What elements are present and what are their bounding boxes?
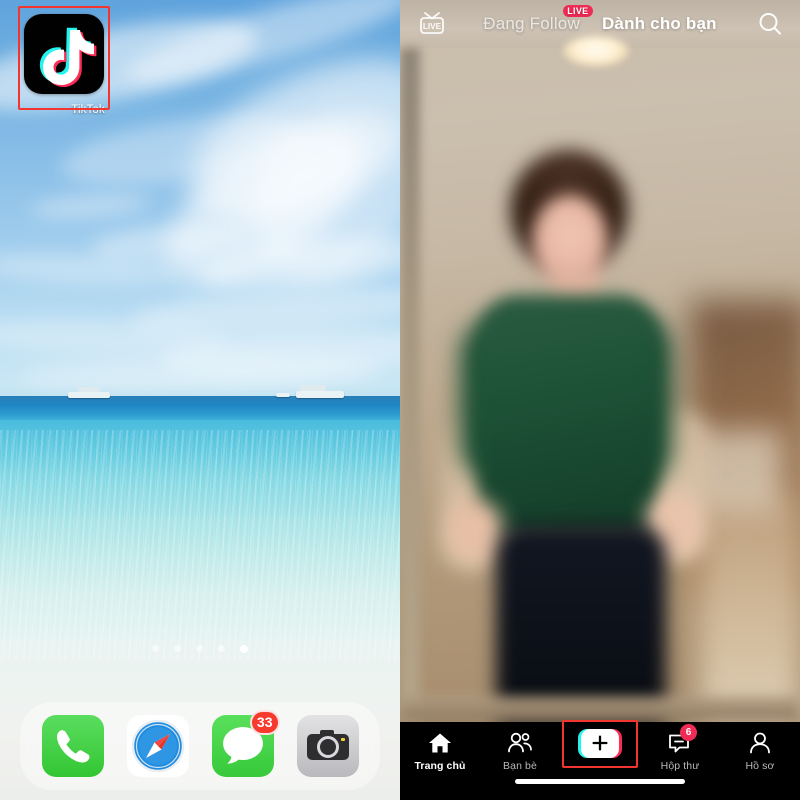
video-feed-content[interactable] [400,0,800,722]
boat [78,387,100,392]
nav-item-profile[interactable]: Hồ sơ [720,722,800,772]
home-indicator-bar [515,779,685,784]
profile-icon [747,730,773,756]
page-indicator-dots[interactable] [0,645,400,653]
app-icon-tiktok[interactable]: TikTok [24,14,105,116]
dock-item-messages[interactable]: 33 [211,710,280,777]
page-dot[interactable] [174,645,181,652]
inbox-badge: 6 [680,724,697,741]
search-icon[interactable] [756,10,784,38]
tab-dang-follow[interactable]: Đang Follow LIVE [472,5,593,34]
horizon-sea [0,396,400,422]
boat [68,392,110,398]
nav-item-friends[interactable]: Bạn bè [480,722,560,772]
tab-danh-cho-ban[interactable]: Dành cho bạn [591,14,728,34]
dock-item-phone[interactable] [41,715,104,777]
beach-wallpaper [0,0,400,800]
page-dot[interactable] [196,645,203,652]
nav-label-inbox: Hộp thư [660,760,700,772]
water-sparkle [0,430,400,660]
page-dot[interactable] [152,645,159,652]
tiktok-icon [24,14,104,94]
boat [276,393,290,397]
phone-icon [41,715,104,777]
tab-dang-follow-label: Đang Follow [483,14,580,33]
app-icon-label: TikTok [71,104,105,116]
tab-danh-cho-ban-label: Dành cho bạn [601,14,717,33]
nav-item-create[interactable] [560,719,640,768]
nav-label-home: Trang chủ [414,760,466,772]
home-icon [427,730,453,756]
ios-dock: 33 [20,702,380,790]
compass-icon [126,715,189,777]
create-plus-icon[interactable] [562,719,638,768]
tiktok-app-panel: LIVE Đang Follow LIVE Dành cho bạn Trang… [400,0,800,800]
nav-label-profile: Hồ sơ [745,760,775,772]
page-dot[interactable] [218,645,225,652]
ios-home-screen-panel: TikTok 33 [0,0,400,800]
boat [300,385,326,391]
nav-item-home[interactable]: Trang chủ [400,722,480,772]
tiktok-top-bar: LIVE Đang Follow LIVE Dành cho bạn [400,0,800,48]
boat [296,391,344,398]
screenshot-root: TikTok 33 LIVE Đang Follow LIVE Dành cho… [0,0,800,800]
dock-item-camera[interactable] [296,715,359,777]
nav-item-inbox[interactable]: 6 Hộp thư [640,722,720,772]
page-dot-active[interactable] [240,645,248,653]
messages-badge: 33 [249,710,280,735]
nav-label-friends: Bạn bè [503,760,537,772]
friends-icon [506,730,534,756]
camera-icon [296,715,359,777]
tiktok-bottom-nav: Trang chủ Bạn bè 6 Hộp thư Hồ sơ [400,719,800,800]
live-badge: LIVE [562,5,593,17]
feed-tabs: Đang Follow LIVE Dành cho bạn [400,0,800,48]
dock-item-safari[interactable] [126,715,189,777]
inbox-icon: 6 [666,724,697,756]
